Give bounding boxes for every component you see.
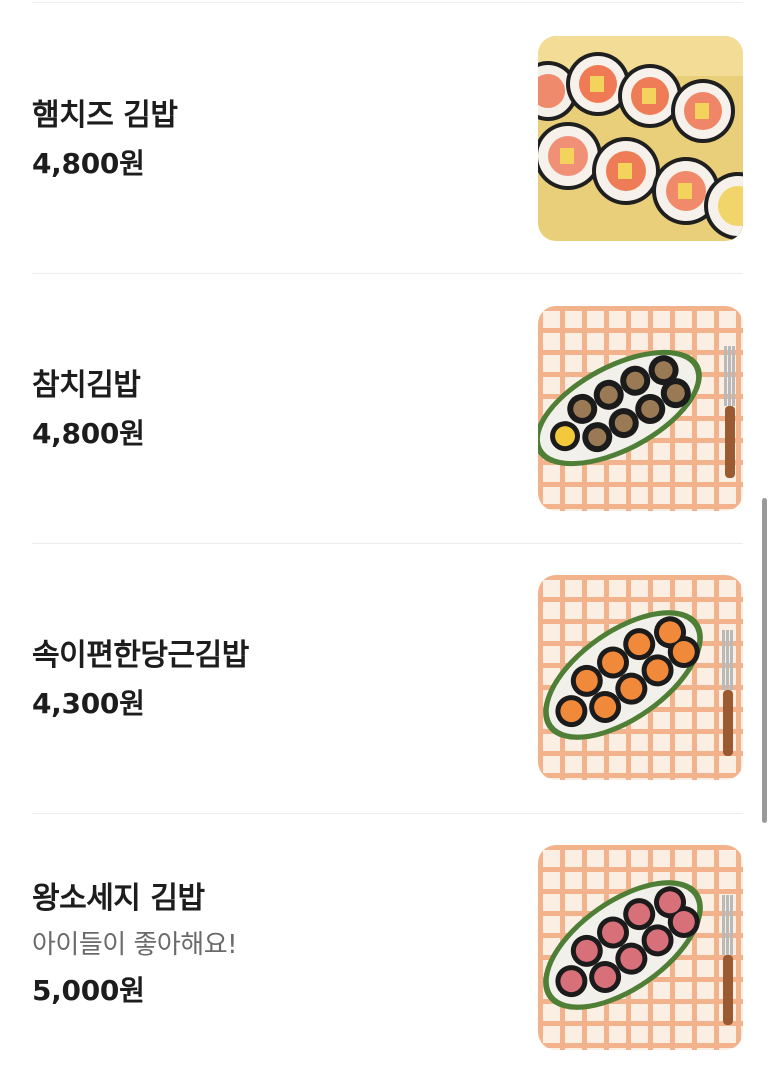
tuna-gimbap-photo[interactable] xyxy=(538,306,743,511)
menu-item-text: 햄치즈 김밥 4,800원 xyxy=(32,4,512,274)
menu-item-name: 왕소세지 김밥 xyxy=(32,881,205,916)
menu-item-text: 참치김밥 4,800원 xyxy=(32,274,512,544)
menu-item-name: 참치김밥 xyxy=(32,368,141,403)
menu-item-text: 속이편한당근김밥 4,300원 xyxy=(32,544,512,814)
menu-item-text: 왕소세지 김밥 아이들이 좋아해요! 5,000원 xyxy=(32,814,512,1074)
menu-item-sausage[interactable]: 왕소세지 김밥 아이들이 좋아해요! 5,000원 xyxy=(0,814,773,1074)
ham-cheese-gimbap-photo[interactable] xyxy=(538,36,743,241)
carrot-gimbap-photo[interactable] xyxy=(538,575,743,780)
sausage-gimbap-photo[interactable] xyxy=(538,845,743,1050)
menu-item-price: 5,000원 xyxy=(32,974,145,1007)
menu-item-price: 4,300원 xyxy=(32,687,145,720)
menu-item-carrot[interactable]: 속이편한당근김밥 4,300원 xyxy=(0,544,773,814)
menu-item-price: 4,800원 xyxy=(32,147,145,180)
menu-item-description: 아이들이 좋아해요! xyxy=(32,930,238,960)
menu-item-name: 햄치즈 김밥 xyxy=(32,98,178,133)
menu-item-price: 4,800원 xyxy=(32,417,145,450)
divider xyxy=(32,2,743,3)
menu-item-tuna[interactable]: 참치김밥 4,800원 xyxy=(0,274,773,544)
scrollbar[interactable] xyxy=(762,498,767,823)
menu-item-ham-cheese[interactable]: 햄치즈 김밥 4,800원 xyxy=(0,4,773,274)
menu-item-name: 속이편한당근김밥 xyxy=(32,638,249,673)
menu-list-screen: 햄치즈 김밥 4,800원 참치김밥 4,800원 속이편한당근김밥 4,300… xyxy=(0,0,773,1074)
